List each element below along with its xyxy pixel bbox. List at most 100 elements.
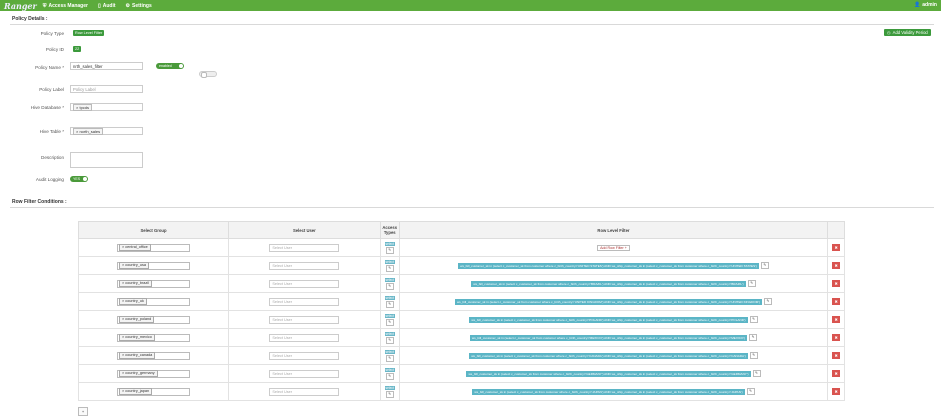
delete-row-button[interactable]: ✖	[832, 370, 841, 377]
group-select[interactable]: × country_germany	[116, 369, 190, 378]
row-filter-expression[interactable]: ws_bill_customer_sk in (select c_custome…	[458, 262, 759, 269]
group-chip[interactable]: × country_usa	[118, 262, 149, 269]
user-select[interactable]: Select User	[269, 297, 340, 306]
user-select[interactable]: Select User	[269, 387, 340, 396]
override-toggle[interactable]	[199, 71, 217, 78]
row-filter-expression[interactable]: ws_bill_customer_sk in (select c_custome…	[469, 352, 748, 359]
group-chip[interactable]: × country_japan	[118, 388, 153, 395]
nav-audit[interactable]: ▯ Audit	[98, 3, 116, 9]
access-type-label[interactable]: select	[384, 295, 395, 300]
edit-pencil-icon[interactable]: ✎	[385, 282, 394, 290]
user-select[interactable]: Select User	[269, 369, 340, 378]
group-select[interactable]: × country_brazil	[116, 279, 190, 288]
group-select[interactable]: × country_usa	[116, 261, 190, 270]
row-filter-expression[interactable]: ws_bill_customer_sk in (select c_custome…	[471, 280, 746, 287]
user-select[interactable]: Select User	[269, 279, 340, 288]
hive-table-input[interactable]: × north_sales	[70, 127, 143, 135]
clock-icon: ◷	[887, 30, 891, 35]
group-chip[interactable]: × country_uk	[118, 298, 147, 305]
description-textarea[interactable]	[70, 152, 143, 168]
edit-pencil-icon[interactable]: ✎	[385, 264, 394, 272]
actions-cell: ✖	[827, 364, 845, 383]
edit-pencil-icon[interactable]: ✎	[746, 388, 755, 395]
edit-pencil-icon[interactable]: ✎	[385, 372, 394, 380]
user-select[interactable]: Select User	[269, 351, 340, 360]
access-type-label[interactable]: select	[384, 385, 395, 390]
delete-row-button[interactable]: ✖	[832, 280, 841, 287]
group-chip[interactable]: × country_poland	[118, 316, 155, 323]
access-type-label[interactable]: select	[384, 313, 395, 318]
edit-pencil-icon[interactable]: ✎	[385, 246, 394, 254]
row-filter-expression[interactable]: ws_bill_customer_sk in (select c_custome…	[469, 334, 748, 341]
user-select[interactable]: Select User	[269, 333, 340, 342]
delete-row-button[interactable]: ✖	[832, 262, 841, 269]
user-cell: Select User	[227, 382, 381, 401]
row-filter-expression[interactable]: ws_bill_customer_sk in (select c_custome…	[469, 316, 748, 323]
edit-pencil-icon[interactable]: ✎	[749, 316, 758, 323]
delete-row-button[interactable]: ✖	[832, 388, 841, 395]
user-select[interactable]: Select User	[269, 261, 340, 270]
hive-database-label: Hive Database *	[30, 105, 64, 110]
edit-pencil-icon[interactable]: ✎	[385, 318, 394, 326]
edit-pencil-icon[interactable]: ✎	[764, 298, 773, 305]
delete-row-button[interactable]: ✖	[832, 316, 841, 323]
group-select[interactable]: × country_uk	[116, 297, 190, 306]
audit-logging-toggle[interactable]: YES	[70, 176, 88, 182]
divider	[10, 24, 934, 25]
tag-chip[interactable]: × tpcds	[73, 103, 93, 111]
access-type-label[interactable]: select	[384, 367, 395, 372]
row-filter-expression[interactable]: ws_bill_customer_sk in (select c_custome…	[472, 388, 745, 395]
edit-pencil-icon[interactable]: ✎	[747, 280, 756, 287]
group-select[interactable]: × country_mexico	[116, 333, 190, 342]
access-type-label[interactable]: select	[384, 241, 395, 246]
table-row: × country_japan Select User select ✎ ws_bill…	[78, 382, 845, 401]
group-cell: × country_canada	[78, 346, 229, 365]
edit-pencil-icon[interactable]: ✎	[752, 370, 761, 377]
enabled-toggle[interactable]: enabled	[156, 63, 184, 69]
policy-label-input[interactable]: Policy Label	[70, 85, 143, 93]
group-select[interactable]: × country_poland	[116, 315, 190, 324]
access-type-label[interactable]: select	[384, 277, 395, 282]
add-validity-period-button[interactable]: ◷ Add Validity Period	[884, 29, 931, 36]
ranger-logo[interactable]: Ranger	[0, 1, 43, 11]
edit-pencil-icon[interactable]: ✎	[385, 354, 394, 362]
tag-chip[interactable]: × north_sales	[73, 127, 104, 135]
nav-settings[interactable]: ⚙ Settings	[126, 3, 152, 9]
policy-name-input[interactable]: nrth_sales_filter	[70, 62, 143, 70]
delete-row-button[interactable]: ✖	[832, 352, 841, 359]
delete-row-button[interactable]: ✖	[832, 298, 841, 305]
group-chip[interactable]: × country_mexico	[118, 334, 155, 341]
policy-name-label: Policy Name *	[35, 65, 64, 70]
group-chip[interactable]: × country_brazil	[118, 280, 152, 287]
edit-pencil-icon[interactable]: ✎	[385, 300, 394, 308]
access-type-label[interactable]: select	[384, 349, 395, 354]
group-select[interactable]: × country_japan	[116, 387, 190, 396]
access-type-label[interactable]: select	[384, 259, 395, 264]
hive-database-input[interactable]: × tpcds	[70, 103, 143, 111]
group-chip[interactable]: × central_office	[118, 244, 151, 251]
policy-type-badge: Row Level Filter	[73, 30, 105, 36]
edit-pencil-icon[interactable]: ✎	[749, 334, 758, 341]
delete-row-button[interactable]: ✖	[832, 244, 841, 251]
group-chip[interactable]: × country_germany	[118, 370, 158, 377]
policy-id-label: Policy ID	[45, 47, 64, 52]
user-select[interactable]: Select User	[269, 243, 340, 252]
nav-access-manager[interactable]: ⛨ Access Manager	[43, 3, 88, 9]
edit-pencil-icon[interactable]: ✎	[385, 336, 394, 344]
edit-pencil-icon[interactable]: ✎	[760, 262, 769, 269]
access-cell: select ✎	[379, 364, 400, 383]
add-row-filter-button[interactable]: Add Row Filter +	[597, 244, 630, 251]
group-select[interactable]: × country_canada	[116, 351, 190, 360]
edit-pencil-icon[interactable]: ✎	[385, 390, 394, 398]
add-row-button[interactable]: +	[78, 407, 88, 416]
edit-pencil-icon[interactable]: ✎	[749, 352, 758, 359]
group-chip[interactable]: × country_canada	[118, 352, 156, 359]
user-menu[interactable]: 👤 admin	[914, 2, 937, 8]
user-select[interactable]: Select User	[269, 315, 340, 324]
row-filter-expression[interactable]: ws_bill_customer_sk in (select c_custome…	[454, 298, 763, 305]
delete-row-button[interactable]: ✖	[832, 334, 841, 341]
table-header-row: Select Group Select User Access Types Ro…	[78, 221, 845, 239]
group-select[interactable]: × central_office	[116, 243, 190, 252]
row-filter-expression[interactable]: ws_bill_customer_sk in (select c_custome…	[466, 370, 751, 377]
access-type-label[interactable]: select	[384, 331, 395, 336]
